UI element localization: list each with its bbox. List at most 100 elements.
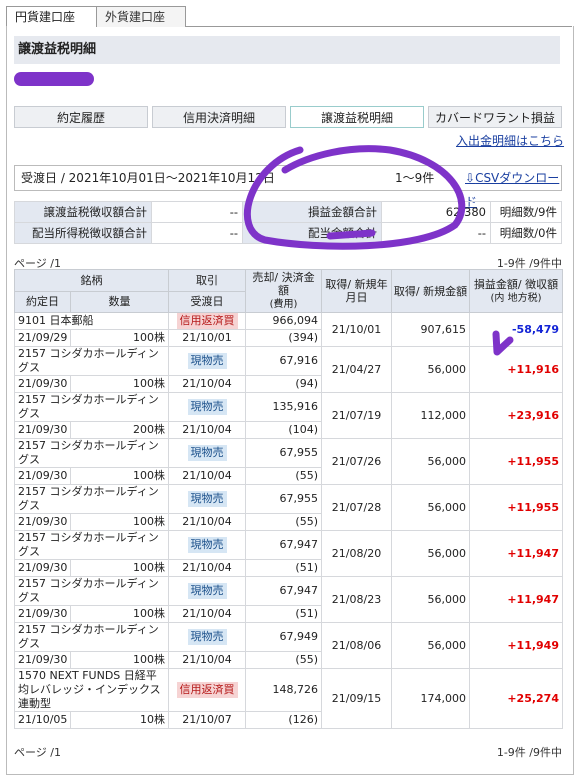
sell-amount-cell: 67,947 — [245, 530, 322, 560]
acquire-amount: 112,000 — [391, 392, 470, 439]
fee: (55) — [245, 513, 322, 531]
settle-date: 21/10/04 — [168, 513, 246, 531]
table-row: 2157 コシダカホールディングス 現物売 67,955 21/07/28 56,000… — [14, 484, 563, 531]
table-row: 1570 NEXT FUNDS 日経平均レバレッジ・インデックス連動型 信用返済買… — [14, 668, 563, 729]
fee: (94) — [245, 375, 322, 393]
settle-date: 21/10/04 — [168, 421, 246, 439]
trade-type-badge: 現物売 — [187, 629, 227, 645]
dividend-total-label: 配当金額合計 — [242, 222, 382, 244]
sell-amount-cell: 148,726 — [245, 668, 322, 712]
account-tabs: 円貨建口座 外貨建口座 — [6, 6, 572, 28]
covered-warrant-button[interactable]: カバードワラント損益 — [428, 106, 562, 128]
trade-history-button[interactable]: 約定履歴 — [14, 106, 148, 128]
acquire-amount: 56,000 — [391, 438, 470, 485]
margin-settlement-button[interactable]: 信用決済明細 — [152, 106, 286, 128]
stock-name: 2157 コシダカホールディングス — [14, 530, 169, 560]
page-indicator-bottom: ページ /1 — [14, 746, 61, 759]
acquire-date: 21/08/20 — [321, 530, 392, 577]
detail-count: 明細数/9件 — [490, 201, 562, 223]
header-trade: 取引 — [168, 269, 246, 292]
trade-type-badge: 信用返済買 — [176, 682, 238, 698]
quantity: 10株 — [70, 711, 169, 729]
fee: (55) — [245, 467, 322, 485]
sell-amount-cell: 67,955 — [245, 484, 322, 514]
trade-type-badge: 現物売 — [187, 445, 227, 461]
acquire-amount: 56,000 — [391, 622, 470, 669]
sell-amount: 67,955 — [279, 446, 319, 459]
settle-date: 21/10/04 — [168, 651, 246, 669]
pl-total-label: 損益金額合計 — [242, 201, 382, 223]
trade-type-cell: 現物売 — [168, 484, 246, 514]
period-label: 受渡日 / 2021年10月01日〜2021年10月12日 — [21, 171, 275, 185]
sell-amount: 67,916 — [279, 354, 319, 367]
fee: (126) — [245, 711, 322, 729]
acquire-date: 21/04/27 — [321, 346, 392, 393]
quantity: 100株 — [70, 375, 169, 393]
quantity: 200株 — [70, 421, 169, 439]
table-row: 2157 コシダカホールディングス 現物売 67,947 21/08/20 56,000… — [14, 530, 563, 577]
stock-name: 9101 日本郵船 — [14, 312, 169, 330]
settle-date: 21/10/01 — [168, 329, 246, 347]
header-pl-label: 損益金額/ 徴収額 — [473, 277, 559, 291]
trade-type-cell: 現物売 — [168, 392, 246, 422]
acquire-amount: 907,615 — [391, 312, 470, 347]
header-sell-amount: 売却/ 決済金額 (費用) — [245, 269, 322, 313]
dividend-total-value: -- — [381, 222, 491, 244]
summary-table: 譲渡益税徴収額合計 -- 損益金額合計 62,380 明細数/9件 配当所得税徴… — [14, 201, 562, 244]
profit-loss: +11,955 — [469, 438, 563, 485]
table-row: 2157 コシダカホールディングス 現物売 67,949 21/08/06 56,000… — [14, 622, 563, 669]
acquire-date: 21/07/28 — [321, 484, 392, 531]
stock-name: 2157 コシダカホールディングス — [14, 438, 169, 468]
record-count-bottom: 1-9件 /9件中 — [496, 746, 562, 759]
sell-amount: 966,094 — [272, 314, 319, 327]
acquire-date: 21/09/15 — [321, 668, 392, 729]
stock-name: 1570 NEXT FUNDS 日経平均レバレッジ・インデックス連動型 — [14, 668, 169, 712]
tab-foreign-account[interactable]: 外貨建口座 — [96, 6, 186, 27]
stock-name: 2157 コシダカホールディングス — [14, 576, 169, 606]
trade-type-cell: 現物売 — [168, 346, 246, 376]
fee: (394) — [245, 329, 322, 347]
trade-type-badge: 現物売 — [187, 399, 227, 415]
trade-date: 21/09/30 — [14, 651, 71, 669]
trade-date: 21/09/30 — [14, 421, 71, 439]
table-row: 2157 コシダカホールディングス 現物売 67,916 21/04/27 56,000… — [14, 346, 563, 393]
trade-type-cell: 現物売 — [168, 530, 246, 560]
trade-type-cell: 信用返済買 — [168, 312, 246, 330]
tax-withheld-label: 譲渡益税徴収額合計 — [14, 201, 152, 223]
sell-amount-cell: 67,916 — [245, 346, 322, 376]
acquire-date: 21/07/19 — [321, 392, 392, 439]
profit-loss: +11,947 — [469, 530, 563, 577]
capital-gains-tax-button[interactable]: 譲渡益税明細 — [290, 106, 424, 128]
tax-withheld-value: -- — [151, 201, 243, 223]
acquire-date: 21/08/06 — [321, 622, 392, 669]
deposit-withdrawal-link[interactable]: 入出金明細はこちら — [456, 132, 564, 149]
sell-amount: 67,955 — [279, 492, 319, 505]
sell-amount: 67,949 — [279, 630, 319, 643]
acquire-date: 21/08/23 — [321, 576, 392, 623]
settle-date: 21/10/04 — [168, 559, 246, 577]
header-acquire-amount: 取得/ 新規金額 — [391, 269, 470, 313]
stock-name: 2157 コシダカホールディングス — [14, 392, 169, 422]
fee: (51) — [245, 605, 322, 623]
header-pl-sub: (内 地方税) — [490, 292, 542, 304]
acquire-amount: 56,000 — [391, 576, 470, 623]
profit-loss: +25,274 — [469, 668, 563, 729]
header-stock: 銘柄 — [14, 269, 169, 292]
period-count: 1〜9件 — [395, 171, 435, 185]
trade-type-badge: 現物売 — [187, 583, 227, 599]
trade-date: 21/09/30 — [14, 559, 71, 577]
header-pl: 損益金額/ 徴収額 (内 地方税) — [469, 269, 563, 313]
profit-loss: -58,479 — [469, 312, 563, 347]
header-qty: 数量 — [70, 290, 169, 313]
profit-loss: +23,916 — [469, 392, 563, 439]
sell-amount: 135,916 — [272, 400, 319, 413]
sell-amount-cell: 135,916 — [245, 392, 322, 422]
header-fee-label: (費用) — [269, 299, 298, 310]
tab-yen-account[interactable]: 円貨建口座 — [6, 6, 100, 27]
header-sell-amount-label: 売却/ 決済金額 — [252, 271, 315, 297]
table-row: 9101 日本郵船 信用返済買 966,094 21/10/01 907,615 -58,… — [14, 312, 563, 347]
trade-type-badge: 現物売 — [187, 353, 227, 369]
quantity: 100株 — [70, 651, 169, 669]
profit-loss: +11,955 — [469, 484, 563, 531]
trade-date: 21/10/05 — [14, 711, 71, 729]
